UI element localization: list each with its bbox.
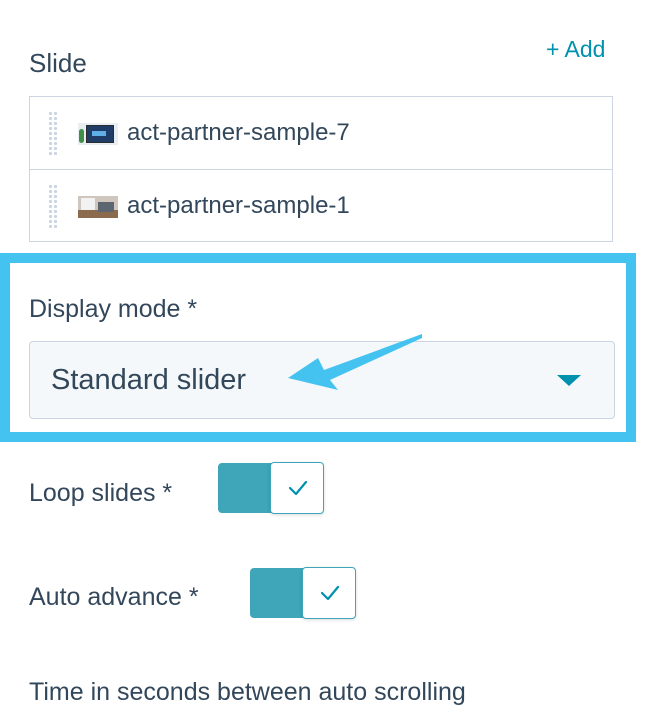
- auto-advance-toggle[interactable]: [250, 567, 356, 619]
- slide-name: act-partner-sample-1: [127, 192, 350, 219]
- slide-thumbnail: [78, 123, 118, 145]
- slide-list-item[interactable]: act-partner-sample-7: [30, 97, 612, 170]
- slide-section-title: Slide: [29, 48, 87, 78]
- display-mode-label: Display mode *: [29, 295, 198, 323]
- add-slide-button[interactable]: + Add: [546, 36, 605, 63]
- loop-slides-toggle[interactable]: [218, 462, 324, 514]
- checkmark-icon: [288, 480, 308, 496]
- display-mode-selected-value: Standard slider: [51, 364, 247, 396]
- auto-advance-label: Auto advance *: [29, 583, 199, 611]
- chevron-down-icon: [557, 375, 581, 386]
- drag-handle-icon[interactable]: [48, 184, 58, 228]
- slider-settings-panel: Slide + Add act-partner-sample-7 act-par…: [0, 0, 650, 718]
- drag-handle-icon[interactable]: [48, 111, 58, 155]
- slide-list-item[interactable]: act-partner-sample-1: [30, 170, 612, 242]
- loop-slides-label: Loop slides *: [29, 479, 173, 507]
- pointer-arrow-icon: [288, 334, 422, 390]
- time-between-label: Time in seconds between auto scrolling: [29, 678, 466, 706]
- slide-thumbnail: [78, 196, 118, 218]
- checkmark-icon: [320, 585, 340, 601]
- slide-name: act-partner-sample-7: [127, 119, 350, 146]
- slide-list: act-partner-sample-7 act-partner-sample-…: [29, 96, 613, 242]
